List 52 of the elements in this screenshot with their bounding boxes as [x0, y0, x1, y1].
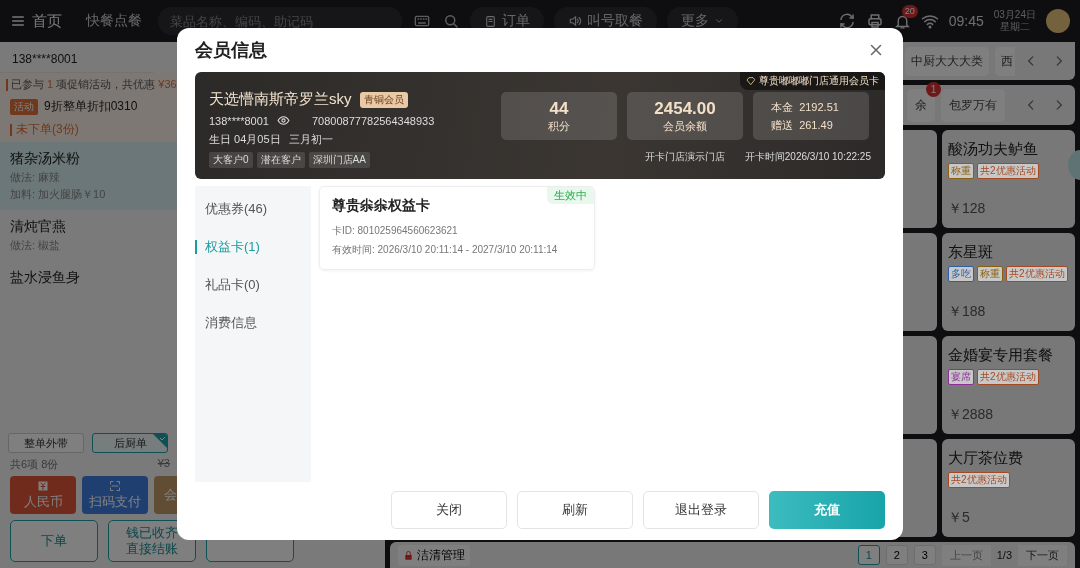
dish-name: 大厅茶位费	[948, 449, 1024, 468]
stat-label: 积分	[548, 118, 570, 134]
dish-price: ￥2888	[948, 406, 995, 424]
dish-tag: 共2优惠活动	[1006, 266, 1068, 282]
item-name: 清炖官燕	[10, 218, 66, 236]
clock-time: 09:45	[948, 13, 984, 29]
dialog-title: 会员信息	[195, 39, 267, 62]
card-type-badge: 尊贵嘟嘟嘟门店通用会员卡	[740, 72, 885, 90]
dish-price: ￥188	[948, 303, 987, 321]
section-title: 未下单(3份)	[16, 121, 79, 138]
total-price: ¥3	[157, 457, 170, 471]
card-open-time: 开卡时间2026/3/10 10:22:25	[744, 150, 871, 164]
stat-value: 2454.00	[654, 98, 716, 119]
dish-name: 东星斑	[948, 243, 994, 262]
card-id: 卡ID: 801025964560623621	[332, 224, 459, 238]
member-tag: 深圳门店AA	[308, 152, 370, 168]
dish-tag: 共2优惠活动	[948, 472, 1010, 488]
member-level: 青铜会员	[359, 91, 408, 108]
activity-name: 9折整单折扣0310	[44, 98, 138, 115]
card-number: 70800877782564348933	[311, 114, 435, 127]
balance-detail: 本金 2192.51	[771, 99, 840, 115]
card-validity: 有效时间: 2026/3/10 20:11:14 - 2027/3/10 20:11:14	[332, 243, 559, 257]
dish-tag: 称重	[977, 266, 1003, 282]
card-store: 开卡门店演示门店	[644, 150, 725, 164]
dish-tag: 共2优惠活动	[977, 369, 1039, 385]
card-title: 尊贵尜尜权益卡	[332, 197, 431, 215]
notification-badge: 20	[901, 4, 918, 18]
balance-detail: 赠送 261.49	[771, 117, 834, 133]
stat-label: 会员余额	[663, 118, 707, 134]
mode-label: 快餐点餐	[86, 12, 142, 30]
count-badge: 1	[926, 81, 941, 97]
dish-tag: 称重	[948, 163, 974, 179]
stat-value: 44	[549, 98, 569, 119]
dish-name: 金婚宴专用套餐	[948, 346, 1054, 365]
dish-tag: 多吃	[948, 266, 974, 282]
member-tag: 大客户0	[209, 152, 253, 168]
date-label: 03月24日	[993, 9, 1036, 21]
page-indicator: 1/3	[996, 549, 1012, 561]
dish-price: ￥128	[948, 200, 987, 218]
lunar-date: 三月初一	[288, 132, 333, 147]
dish-tag: 共2优惠活动	[977, 163, 1039, 179]
dish-price: ￥5	[948, 509, 971, 527]
activity-tag: 活动	[10, 98, 38, 115]
member-name: 天选懵南斯帝罗兰sky	[209, 90, 352, 109]
item-name: 猪杂汤米粉	[10, 150, 80, 168]
dish-name: 酸汤功夫鲈鱼	[948, 140, 1039, 159]
dish-tag: 宴席	[948, 369, 974, 385]
member-tag: 潜在客户	[256, 152, 305, 168]
member-phone: 138****8001	[209, 114, 269, 127]
status-badge: 生效中	[547, 187, 594, 204]
promo-notice: 已参与 1 项促销活动，共优惠 ¥36	[11, 77, 177, 92]
birthday: 生日 04月05日	[209, 132, 281, 147]
